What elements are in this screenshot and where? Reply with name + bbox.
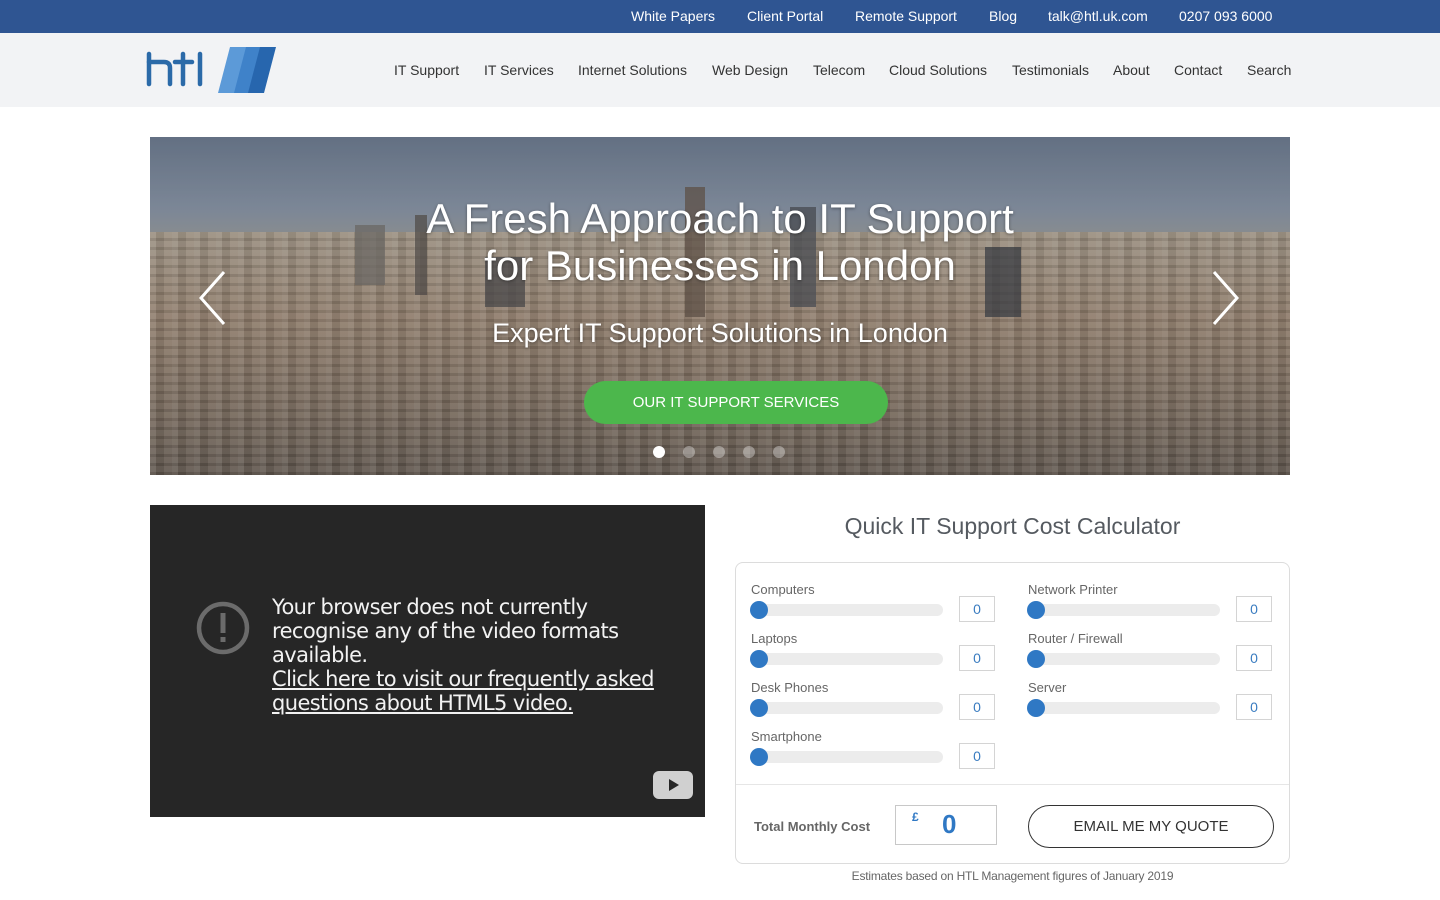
router-firewall-input[interactable]: 0 (1236, 645, 1272, 671)
smartphone-slider-handle[interactable] (750, 748, 768, 766)
cost-calculator: Computers 0 Laptops 0 Desk Phones 0 Smar… (735, 562, 1290, 864)
field-network-printer: Network Printer 0 (1027, 582, 1278, 627)
server-slider-track[interactable] (1035, 702, 1220, 714)
carousel-dot-5[interactable] (773, 446, 785, 458)
hero-title-line-2: for Businesses in London (484, 242, 956, 289)
currency-symbol: £ (912, 810, 919, 824)
nav-cloud-solutions[interactable]: Cloud Solutions (889, 62, 987, 78)
field-label: Smartphone (751, 729, 822, 744)
htl-logo[interactable] (146, 46, 278, 94)
field-label: Laptops (751, 631, 798, 646)
nav-search[interactable]: Search (1247, 62, 1291, 78)
nav-telecom[interactable]: Telecom (813, 62, 865, 78)
total-monthly-cost-value: 0 (942, 809, 957, 839)
computers-input[interactable]: 0 (959, 596, 995, 622)
computers-slider-handle[interactable] (750, 601, 768, 619)
field-smartphone: Smartphone 0 (750, 729, 1001, 774)
network-printer-slider-track[interactable] (1035, 604, 1220, 616)
field-router-firewall: Router / Firewall 0 (1027, 631, 1278, 676)
network-printer-slider-handle[interactable] (1027, 601, 1045, 619)
nav-it-services[interactable]: IT Services (484, 62, 554, 78)
link-email[interactable]: talk@htl.uk.com (1048, 8, 1148, 24)
top-utility-bar: White Papers Client Portal Remote Suppor… (0, 0, 1440, 33)
nav-web-design[interactable]: Web Design (712, 62, 788, 78)
smartphone-input[interactable]: 0 (959, 743, 995, 769)
nav-it-support[interactable]: IT Support (394, 62, 459, 78)
total-monthly-cost-display: £ 0 (895, 805, 997, 845)
nav-testimonials[interactable]: Testimonials (1012, 62, 1089, 78)
server-slider-handle[interactable] (1027, 699, 1045, 717)
hero-carousel: A Fresh Approach to IT Support for Busin… (150, 137, 1290, 475)
our-it-support-services-button[interactable]: OUR IT SUPPORT SERVICES (584, 381, 888, 424)
nav-contact[interactable]: Contact (1174, 62, 1222, 78)
field-server: Server 0 (1027, 680, 1278, 725)
desk-phones-slider-track[interactable] (758, 702, 943, 714)
link-phone[interactable]: 0207 093 6000 (1179, 8, 1272, 24)
network-printer-input[interactable]: 0 (1236, 596, 1272, 622)
router-firewall-slider-track[interactable] (1035, 653, 1220, 665)
main-header: IT Support IT Services Internet Solution… (0, 33, 1440, 107)
html5-video-faq-link[interactable]: Click here to visit our frequently asked… (272, 667, 672, 715)
desk-phones-slider-handle[interactable] (750, 699, 768, 717)
field-label: Router / Firewall (1028, 631, 1123, 646)
field-desk-phones: Desk Phones 0 (750, 680, 1001, 725)
laptops-slider-handle[interactable] (750, 650, 768, 668)
estimates-note: Estimates based on HTL Management figure… (851, 869, 1174, 883)
email-me-my-quote-button[interactable]: EMAIL ME MY QUOTE (1028, 805, 1274, 848)
laptops-slider-track[interactable] (758, 653, 943, 665)
router-firewall-slider-handle[interactable] (1027, 650, 1045, 668)
chevron-left-icon[interactable] (198, 270, 228, 326)
field-label: Desk Phones (751, 680, 829, 695)
link-client-portal[interactable]: Client Portal (747, 8, 823, 24)
hero-dim-overlay (150, 137, 1290, 475)
calculator-title: Quick IT Support Cost Calculator (844, 513, 1181, 539)
total-monthly-cost-label: Total Monthly Cost (754, 819, 871, 834)
carousel-dot-1[interactable] (653, 446, 665, 458)
server-input[interactable]: 0 (1236, 694, 1272, 720)
carousel-dot-2[interactable] (683, 446, 695, 458)
carousel-dot-3[interactable] (713, 446, 725, 458)
field-label: Computers (751, 582, 815, 597)
field-computers: Computers 0 (750, 582, 1001, 627)
chevron-right-icon[interactable] (1210, 270, 1240, 326)
video-unsupported-message: Your browser does not currently recognis… (272, 595, 672, 715)
field-laptops: Laptops 0 (750, 631, 1001, 676)
hero-title-line-1: A Fresh Approach to IT Support (426, 195, 1014, 242)
desk-phones-input[interactable]: 0 (959, 694, 995, 720)
nav-about[interactable]: About (1113, 62, 1150, 78)
hero-title: A Fresh Approach to IT Support for Busin… (150, 195, 1290, 289)
nav-internet-solutions[interactable]: Internet Solutions (578, 62, 687, 78)
calculator-divider (736, 784, 1289, 785)
field-label: Server (1028, 680, 1067, 695)
hero-subtitle: Expert IT Support Solutions in London (492, 318, 948, 348)
computers-slider-track[interactable] (758, 604, 943, 616)
exclamation-circle-icon (196, 601, 250, 655)
laptops-input[interactable]: 0 (959, 645, 995, 671)
link-white-papers[interactable]: White Papers (631, 8, 715, 24)
video-error-text: Your browser does not currently recognis… (272, 595, 619, 667)
link-remote-support[interactable]: Remote Support (855, 8, 957, 24)
video-player[interactable]: Your browser does not currently recognis… (150, 505, 705, 817)
carousel-dot-4[interactable] (743, 446, 755, 458)
smartphone-slider-track[interactable] (758, 751, 943, 763)
youtube-play-icon[interactable] (653, 771, 693, 799)
field-label: Network Printer (1028, 582, 1118, 597)
link-blog[interactable]: Blog (989, 8, 1017, 24)
